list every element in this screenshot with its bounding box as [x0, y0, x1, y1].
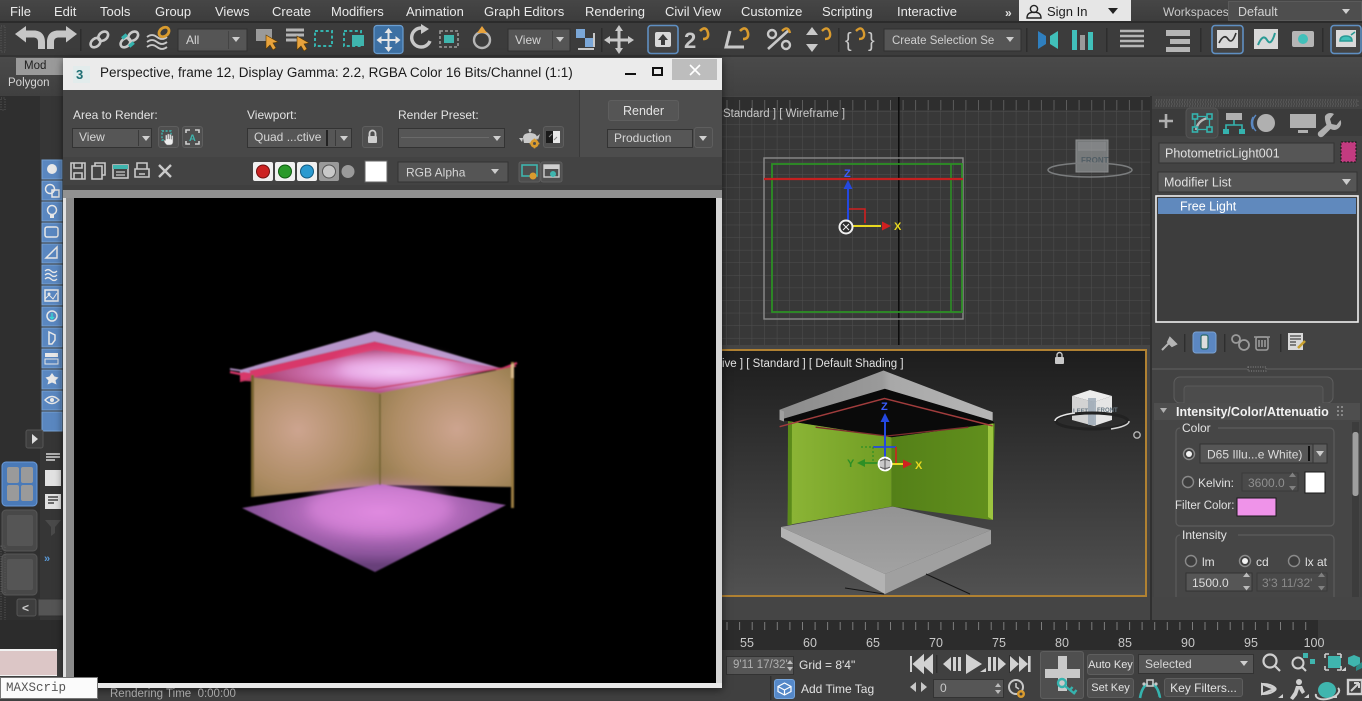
svg-text:lm: lm — [1202, 555, 1215, 569]
svg-text:95: 95 — [1244, 636, 1258, 650]
svg-text:Create Selection Se: Create Selection Se — [892, 35, 994, 47]
svg-text:{: { — [845, 30, 852, 52]
svg-text:55: 55 — [740, 636, 754, 650]
svg-text:3: 3 — [76, 67, 83, 82]
svg-text:90: 90 — [1181, 636, 1195, 650]
svg-text:All: All — [186, 33, 199, 47]
svg-text:ive ] [ Standard ] [ Default S: ive ] [ Standard ] [ Default Shading ] — [722, 358, 904, 370]
svg-text:2: 2 — [684, 28, 696, 53]
svg-text:Kelvin:: Kelvin: — [1198, 476, 1234, 490]
svg-text:Intensity/Color/Attenuatio: Intensity/Color/Attenuatio — [1176, 405, 1329, 419]
svg-text:Filter Color:: Filter Color: — [1175, 500, 1234, 512]
svg-text:»: » — [44, 553, 50, 565]
svg-text:lx at: lx at — [1305, 555, 1328, 569]
svg-text:Z: Z — [881, 401, 888, 413]
svg-text:Standard ] [ Wireframe ]: Standard ] [ Wireframe ] — [723, 108, 845, 120]
svg-text:100: 100 — [1304, 636, 1325, 650]
svg-text:cd: cd — [1256, 555, 1269, 569]
svg-text:80: 80 — [1055, 636, 1069, 650]
svg-text:X: X — [915, 460, 923, 472]
svg-text:1500.0: 1500.0 — [1192, 576, 1229, 590]
svg-text:3600.0: 3600.0 — [1248, 476, 1285, 490]
svg-text:85: 85 — [1118, 636, 1132, 650]
svg-text:PhotometricLight001: PhotometricLight001 — [1165, 147, 1280, 161]
svg-text:65: 65 — [866, 636, 880, 650]
svg-text:70: 70 — [929, 636, 943, 650]
svg-text:D65 Illu...e White): D65 Illu...e White) — [1207, 448, 1302, 462]
svg-text:A: A — [189, 133, 196, 144]
svg-text:Y: Y — [847, 458, 855, 470]
svg-text:<: < — [22, 601, 29, 615]
svg-text:View: View — [515, 33, 541, 47]
svg-text:75: 75 — [992, 636, 1006, 650]
svg-text:}: } — [868, 30, 875, 52]
svg-text:X: X — [894, 221, 902, 233]
svg-text:3'3 11/32': 3'3 11/32' — [1262, 576, 1312, 590]
svg-text:RGB Alpha: RGB Alpha — [406, 166, 466, 180]
svg-text:Color: Color — [1182, 421, 1211, 435]
svg-text:Modifier List: Modifier List — [1164, 176, 1232, 190]
svg-text:Free Light: Free Light — [1180, 200, 1237, 214]
svg-text:Z: Z — [844, 168, 851, 180]
svg-text:Intensity: Intensity — [1182, 528, 1227, 542]
svg-text:60: 60 — [803, 636, 817, 650]
